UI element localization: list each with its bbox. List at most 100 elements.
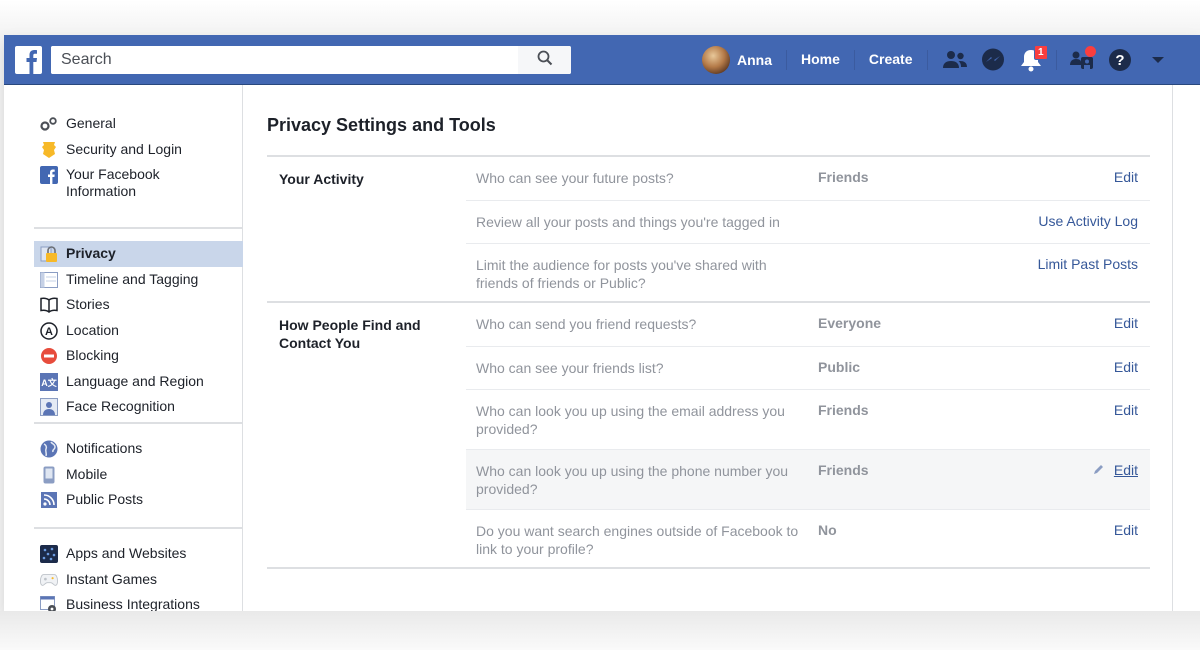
sidebar-item-label: Language and Region bbox=[66, 372, 204, 389]
sidebar-item-business-integrations[interactable]: Business Integrations bbox=[34, 592, 243, 611]
svg-text:A文: A文 bbox=[41, 377, 57, 388]
create-link[interactable]: Create bbox=[855, 51, 927, 69]
edit-search-engines-link[interactable]: Edit bbox=[1114, 522, 1138, 538]
sidebar-item-label: Stories bbox=[66, 296, 110, 312]
apps-icon bbox=[40, 545, 58, 563]
sidebar-group-notifications: Notifications Mobile Public Posts bbox=[34, 422, 243, 513]
block-icon bbox=[40, 347, 58, 365]
sidebar-item-instant-games[interactable]: Instant Games bbox=[34, 567, 243, 593]
search-box bbox=[51, 46, 571, 74]
setting-question: Who can see your friends list? bbox=[476, 360, 664, 376]
action-label: Edit bbox=[1113, 402, 1138, 418]
sidebar-item-label: General bbox=[66, 115, 116, 131]
account-menu-chevron-down-icon[interactable] bbox=[1144, 46, 1172, 74]
nav-divider bbox=[926, 50, 928, 70]
setting-value: No bbox=[818, 522, 837, 538]
sidebar-group-account: General Security and Login Your Facebook… bbox=[34, 111, 243, 206]
settings-rows: Who can send you friend requests? Everyo… bbox=[466, 303, 1150, 569]
sidebar-item-label: Face Recognition bbox=[66, 398, 175, 414]
face-recognition-icon bbox=[40, 398, 58, 416]
action-label: Edit bbox=[1113, 522, 1138, 538]
quick-help-people-icon[interactable] bbox=[1068, 46, 1096, 74]
sidebar-item-blocking[interactable]: Blocking bbox=[34, 343, 243, 369]
action-label: Edit bbox=[1113, 359, 1138, 375]
sidebar-item-your-facebook-information[interactable]: Your Facebook Information bbox=[34, 162, 243, 206]
nav-icons: 1 ? bbox=[936, 45, 1177, 74]
edit-friend-requests-link[interactable]: Edit bbox=[1114, 315, 1138, 331]
red-dot-indicator bbox=[1084, 46, 1096, 57]
edit-phone-lookup-link[interactable]: Edit bbox=[1093, 462, 1138, 478]
help-icon[interactable]: ? bbox=[1106, 46, 1134, 74]
setting-question: Who can look you up using the phone numb… bbox=[476, 463, 789, 497]
section-your-activity: Your Activity Who can see your future po… bbox=[267, 155, 1150, 291]
action-label: Use Activity Log bbox=[1038, 213, 1138, 229]
setting-value: Public bbox=[818, 359, 861, 375]
sidebar-item-notifications[interactable]: Notifications bbox=[34, 436, 243, 462]
rss-icon bbox=[40, 491, 58, 509]
sidebar-item-label: Mobile bbox=[66, 465, 108, 482]
use-activity-log-link[interactable]: Use Activity Log bbox=[1038, 213, 1138, 229]
sidebar-item-language-and-region[interactable]: A文 Language and Region bbox=[34, 369, 243, 395]
sidebar-item-label: Location bbox=[66, 321, 119, 338]
edit-email-lookup-link[interactable]: Edit bbox=[1114, 402, 1138, 418]
sidebar-group-privacy: Privacy Timeline and Tagging Stories A L… bbox=[34, 227, 243, 420]
sidebar-item-label: Apps and Websites bbox=[66, 545, 187, 561]
setting-question: Do you want search engines outside of Fa… bbox=[476, 523, 799, 557]
notification-badge: 1 bbox=[1033, 45, 1048, 60]
avatar bbox=[702, 46, 730, 74]
friend-requests-icon[interactable] bbox=[941, 46, 969, 74]
setting-question: Who can send you friend requests? bbox=[476, 316, 697, 332]
sidebar-item-apps-and-websites[interactable]: Apps and Websites bbox=[34, 541, 243, 567]
search-button[interactable] bbox=[517, 46, 571, 74]
setting-value: Friends bbox=[818, 402, 869, 418]
section-title: Your Activity bbox=[279, 171, 364, 187]
sidebar-item-face-recognition[interactable]: Face Recognition bbox=[34, 394, 243, 420]
mobile-icon bbox=[40, 466, 58, 484]
home-label: Home bbox=[801, 51, 840, 67]
facebook-logo-icon[interactable] bbox=[15, 46, 42, 74]
edit-friends-list-link[interactable]: Edit bbox=[1114, 359, 1138, 375]
setting-question: Limit the audience for posts you've shar… bbox=[476, 257, 767, 291]
top-nav: Anna Home Create 1 ? bbox=[702, 35, 1177, 85]
sidebar-item-stories[interactable]: Stories bbox=[34, 292, 243, 318]
action-label: Edit bbox=[1113, 169, 1138, 185]
shield-badge-icon bbox=[40, 141, 58, 159]
book-icon bbox=[40, 296, 58, 314]
limit-past-posts-link[interactable]: Limit Past Posts bbox=[1038, 256, 1138, 272]
profile-link[interactable]: Anna bbox=[702, 46, 786, 74]
sidebar-item-public-posts[interactable]: Public Posts bbox=[34, 487, 243, 513]
sidebar-item-label: Timeline and Tagging bbox=[66, 270, 199, 287]
settings-row: Who can see your future posts? Friends E… bbox=[466, 157, 1150, 200]
action-label: Edit bbox=[1113, 315, 1138, 331]
top-navigation-bar: Anna Home Create 1 bbox=[4, 35, 1200, 85]
create-label: Create bbox=[868, 51, 913, 67]
location-icon: A bbox=[40, 321, 58, 340]
sidebar-item-location[interactable]: A Location bbox=[34, 318, 243, 344]
sidebar-item-timeline-and-tagging[interactable]: Timeline and Tagging bbox=[34, 267, 243, 293]
sidebar-item-label: Your Facebook Information bbox=[66, 166, 160, 199]
sidebar-group-apps: Apps and Websites Instant Games Business… bbox=[34, 527, 243, 611]
search-input[interactable] bbox=[51, 46, 517, 74]
section-title: How People Find and Contact You bbox=[279, 317, 421, 351]
sidebar-item-label: Security and Login bbox=[66, 140, 182, 157]
language-icon: A文 bbox=[40, 372, 58, 391]
sidebar-item-security-and-login[interactable]: Security and Login bbox=[34, 137, 243, 163]
page-backdrop bbox=[0, 611, 1200, 650]
notifications-icon[interactable]: 1 bbox=[1017, 45, 1048, 74]
section-divider bbox=[267, 567, 1150, 569]
section-how-people-find-you: How People Find and Contact You Who can … bbox=[267, 301, 1150, 557]
sidebar-item-general[interactable]: General bbox=[34, 111, 243, 137]
settings-row: Limit the audience for posts you've shar… bbox=[466, 243, 1150, 303]
gears-icon bbox=[40, 115, 58, 133]
setting-value: Friends bbox=[818, 169, 869, 185]
setting-question: Who can see your future posts? bbox=[476, 170, 674, 186]
home-link[interactable]: Home bbox=[787, 51, 854, 69]
pencil-icon bbox=[1093, 462, 1104, 478]
settings-row-hovered: Who can look you up using the phone numb… bbox=[466, 449, 1150, 509]
sidebar-item-label: Blocking bbox=[66, 347, 119, 363]
sidebar-item-label: Public Posts bbox=[66, 491, 144, 507]
sidebar-item-mobile[interactable]: Mobile bbox=[34, 462, 243, 488]
sidebar-item-privacy[interactable]: Privacy bbox=[34, 241, 243, 267]
edit-future-posts-link[interactable]: Edit bbox=[1114, 169, 1138, 185]
messenger-icon[interactable] bbox=[979, 46, 1007, 74]
